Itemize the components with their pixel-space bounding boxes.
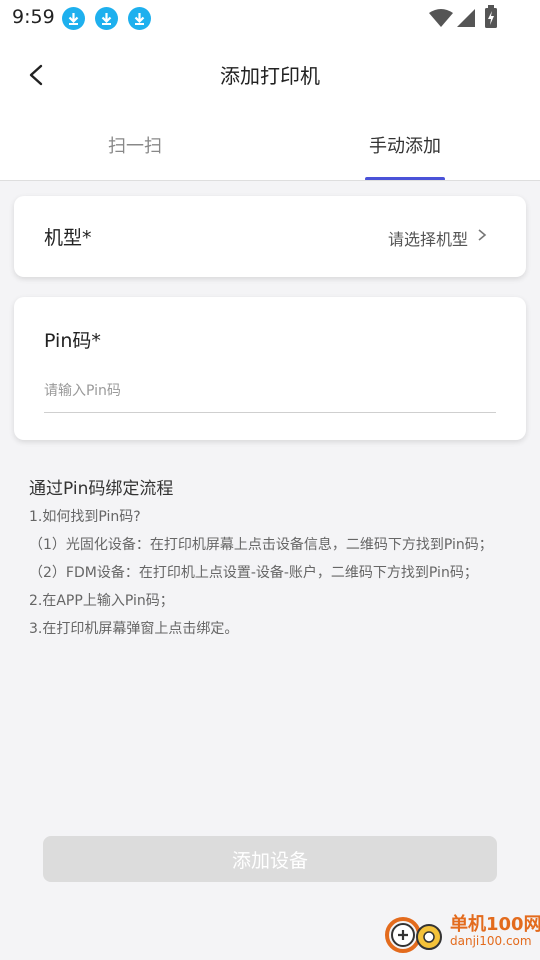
model-select-value[interactable]: 请选择机型 [388,226,468,250]
header-divider [0,180,540,181]
download-icon [95,7,118,30]
pin-input[interactable] [44,369,496,413]
pin-label: Pin码* [44,330,101,352]
pin-card: Pin码* [14,297,526,440]
model-label: 机型* [44,227,92,249]
chevron-right-icon [478,229,487,241]
watermark-domain: danji100.com [450,934,532,948]
status-bar: 9:59 [0,0,540,36]
watermark: 单机100网 danji100.com [384,910,540,956]
instruction-line: （1）光固化设备：在打印机屏幕上点击设备信息，二维码下方找到Pin码； [29,537,493,553]
download-icon [62,7,85,30]
add-device-button[interactable]: 添加设备 [43,836,497,882]
tab-manual-add[interactable]: 手动添加 [330,132,480,158]
watermark-logo-icon [385,917,442,953]
model-select-card[interactable]: 机型* 请选择机型 [14,196,526,277]
download-icon [128,7,151,30]
instruction-line: （2）FDM设备：在打印机上点设置-设备-账户，二维码下方找到Pin码； [29,565,478,581]
battery-icon [485,5,497,28]
page-title: 添加打印机 [220,64,320,88]
signal-icon [457,9,475,27]
instructions-title: 通过Pin码绑定流程 [29,479,174,499]
instruction-line: 3.在打印机屏幕弹窗上点击绑定。 [29,621,239,637]
app-header: 添加打印机 扫一扫 手动添加 [0,36,540,181]
instruction-line: 1.如何找到Pin码? [29,509,141,525]
status-time: 9:59 [12,6,55,28]
tab-scan[interactable]: 扫一扫 [60,132,210,158]
wifi-icon [429,9,453,27]
pin-binding-instructions: 通过Pin码绑定流程 1.如何找到Pin码? （1）光固化设备：在打印机屏幕上点… [29,474,499,645]
watermark-site: 单机100网 [450,914,540,935]
instruction-line: 2.在APP上输入Pin码； [29,593,174,609]
